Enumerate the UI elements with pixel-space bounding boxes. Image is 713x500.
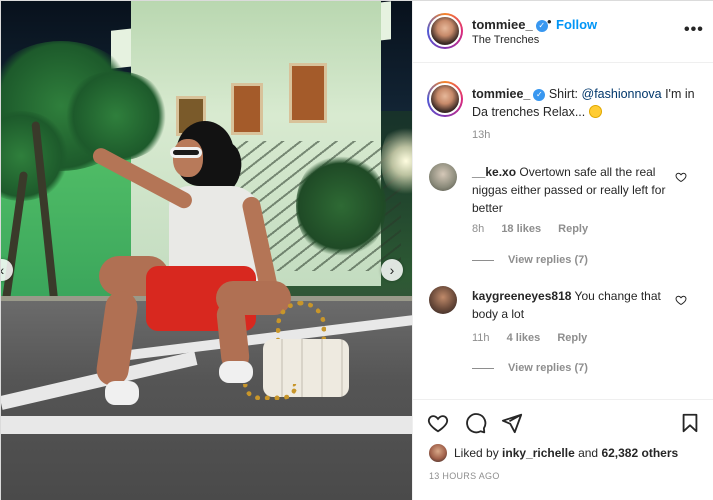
photo-slide-sandal xyxy=(105,381,139,405)
verified-badge-icon: ✓ xyxy=(535,20,548,32)
photo-window xyxy=(231,83,263,135)
liked-by-middle: and xyxy=(574,446,602,460)
photo-window xyxy=(289,63,327,123)
photo-bag-chain xyxy=(243,384,298,400)
comment-bubble-icon[interactable] xyxy=(465,412,487,434)
liked-by-text[interactable]: Liked by inky_richelle and 62,382 others xyxy=(454,446,678,460)
liked-by-prefix: Liked by xyxy=(454,446,503,460)
replies-line xyxy=(472,259,494,261)
author-avatar[interactable] xyxy=(427,13,463,49)
comment-text: kaygreeneyes818 You change that body a l… xyxy=(472,287,672,323)
avatar-image xyxy=(429,15,461,47)
comment-like-heart-icon[interactable] xyxy=(675,171,687,183)
instagram-post: ‹ › tommiee_✓ • Follow The Trenches ••• … xyxy=(0,0,713,500)
comment-reply-button[interactable]: Reply xyxy=(557,332,587,344)
more-options-icon[interactable]: ••• xyxy=(684,21,704,39)
liked-by-avatar[interactable] xyxy=(429,444,447,462)
view-replies-button[interactable]: View replies (7) xyxy=(472,362,588,374)
post-timestamp[interactable]: 13 HOURS AGO xyxy=(429,471,500,481)
comment-like-heart-icon[interactable] xyxy=(675,294,687,306)
comment-time[interactable]: 8h xyxy=(472,223,484,235)
save-bookmark-icon[interactable] xyxy=(679,412,701,434)
follow-button[interactable]: Follow xyxy=(556,17,597,32)
post-location[interactable]: The Trenches xyxy=(472,34,539,46)
comment-text: __ke.xo Overtown safe all the real nigga… xyxy=(472,163,672,217)
view-replies-label[interactable]: View replies (7) xyxy=(508,254,588,266)
comment-meta: 8h 18 likes Reply xyxy=(472,223,602,235)
photo-road-stripe xyxy=(1,416,412,434)
view-replies-button[interactable]: View replies (7) xyxy=(472,254,588,266)
share-paper-plane-icon[interactable] xyxy=(501,412,523,434)
view-replies-label[interactable]: View replies (7) xyxy=(508,362,588,374)
header-separator: • xyxy=(547,14,552,29)
photo-sunglasses xyxy=(170,147,202,158)
caption-text: tommiee_ ✓ Shirt: @fashionnova I'm in Da … xyxy=(472,85,702,121)
grinning-emoji-icon xyxy=(588,105,602,118)
caption-time[interactable]: 13h xyxy=(472,129,490,141)
verified-badge-icon: ✓ xyxy=(533,89,546,101)
author-username-text[interactable]: tommiee_ xyxy=(472,17,533,32)
post-photo[interactable]: ‹ › xyxy=(1,1,412,500)
photo-slide-sandal xyxy=(219,361,253,383)
post-actions: Liked by inky_richelle and 62,382 others… xyxy=(413,399,713,500)
caption-author-avatar[interactable] xyxy=(427,81,463,117)
caption-mention-link[interactable]: @fashionnova xyxy=(582,87,662,101)
comment-username[interactable]: __ke.xo xyxy=(472,165,516,179)
comment-likes[interactable]: 18 likes xyxy=(501,223,541,235)
like-heart-icon[interactable] xyxy=(427,412,449,434)
caption-prefix: Shirt: xyxy=(548,87,582,101)
liked-by-others[interactable]: 62,382 others xyxy=(601,446,678,460)
comment-time[interactable]: 11h xyxy=(472,332,490,344)
author-username[interactable]: tommiee_ ✓ xyxy=(472,17,548,32)
photo-palm-leaves xyxy=(61,71,171,161)
comment-likes[interactable]: 4 likes xyxy=(507,332,541,344)
comment-avatar[interactable] xyxy=(429,163,457,191)
avatar-image xyxy=(429,83,461,115)
comment-avatar[interactable] xyxy=(429,286,457,314)
replies-line xyxy=(472,367,494,369)
liked-by-user[interactable]: inky_richelle xyxy=(502,446,575,460)
comment-meta: 11h 4 likes Reply xyxy=(472,332,601,344)
post-header: tommiee_ ✓ • Follow The Trenches ••• xyxy=(413,1,713,63)
comment-username[interactable]: kaygreeneyes818 xyxy=(472,289,571,303)
comment-reply-button[interactable]: Reply xyxy=(558,223,588,235)
post-sidebar: tommiee_ ✓ • Follow The Trenches ••• tomm… xyxy=(412,1,713,500)
caption-author[interactable]: tommiee_ xyxy=(472,87,530,101)
photo-bush xyxy=(296,151,386,261)
photo-person-face xyxy=(173,139,203,177)
carousel-next-button[interactable]: › xyxy=(381,259,403,281)
